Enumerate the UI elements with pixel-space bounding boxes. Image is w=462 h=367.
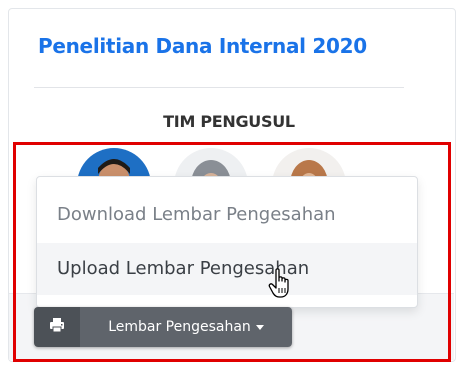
caret-down-icon	[255, 324, 264, 330]
lembar-pengesahan-label: Lembar Pengesahan	[108, 319, 251, 335]
lembar-pengesahan-button-group: Lembar Pengesahan	[34, 307, 292, 347]
title-divider	[34, 87, 404, 88]
dropdown-menu: Download Lembar Pengesahan Upload Lembar…	[36, 176, 418, 308]
printer-icon	[49, 317, 65, 337]
menu-item-upload-lembar-pengesahan[interactable]: Upload Lembar Pengesahan	[37, 243, 417, 295]
lembar-pengesahan-dropdown-button[interactable]: Lembar Pengesahan	[80, 307, 292, 347]
menu-item-download-lembar-pengesahan[interactable]: Download Lembar Pengesahan	[37, 189, 417, 241]
page: Penelitian Dana Internal 2020 TIM PENGUS…	[0, 0, 462, 367]
print-button[interactable]	[34, 307, 80, 347]
card-title: Penelitian Dana Internal 2020	[38, 34, 367, 58]
hand-pointer-icon	[268, 268, 294, 304]
team-label: TIM PENGUSUL	[163, 112, 295, 131]
